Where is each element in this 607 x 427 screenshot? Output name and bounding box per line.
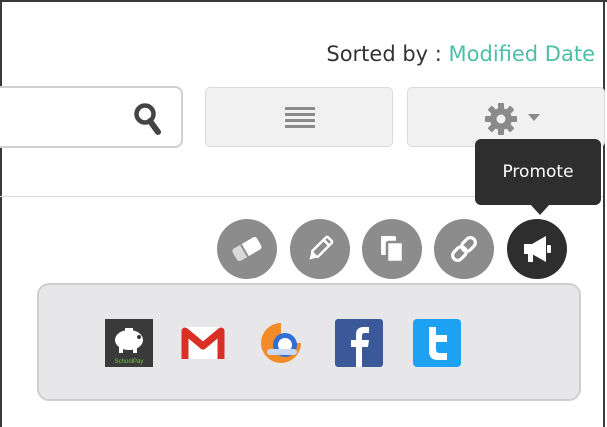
- gear-icon: [485, 103, 517, 135]
- schoolpay-icon[interactable]: SchoolPay: [105, 319, 153, 367]
- sort-indicator: Sorted by : Modified Date: [326, 42, 595, 66]
- link-icon: [451, 236, 477, 262]
- link-button[interactable]: [434, 219, 494, 279]
- megaphone-icon: [524, 236, 551, 262]
- list-view-button[interactable]: [205, 87, 393, 147]
- promote-tooltip: Promote: [475, 139, 601, 205]
- eraser-button[interactable]: [217, 219, 277, 279]
- window-left-border: [0, 0, 2, 427]
- settings-dropdown-button[interactable]: [407, 87, 605, 147]
- chevron-down-icon: [528, 114, 540, 121]
- copy-icon: [381, 236, 405, 264]
- window-top-border: [0, 0, 607, 2]
- share-panel: SchoolPay: [37, 283, 581, 401]
- list-icon: [285, 107, 315, 128]
- promote-button[interactable]: [507, 219, 567, 279]
- schoolpay-logo-text: SchoolPay: [115, 359, 144, 365]
- pencil-icon: [309, 235, 334, 260]
- search-icon[interactable]: [133, 102, 163, 136]
- search-input[interactable]: [0, 86, 183, 148]
- twitter-icon[interactable]: [413, 319, 461, 367]
- tooltip-arrow: [530, 204, 550, 215]
- window-right-border: [603, 0, 605, 427]
- copy-button[interactable]: [362, 219, 422, 279]
- sorted-value[interactable]: Modified Date: [449, 42, 595, 66]
- gmail-icon[interactable]: [179, 319, 227, 367]
- app-icon[interactable]: [257, 319, 305, 367]
- eraser-icon: [232, 237, 262, 261]
- facebook-icon[interactable]: [335, 319, 383, 367]
- sorted-label: Sorted by :: [326, 42, 449, 66]
- edit-button[interactable]: [290, 219, 350, 279]
- tooltip-text: Promote: [502, 162, 574, 182]
